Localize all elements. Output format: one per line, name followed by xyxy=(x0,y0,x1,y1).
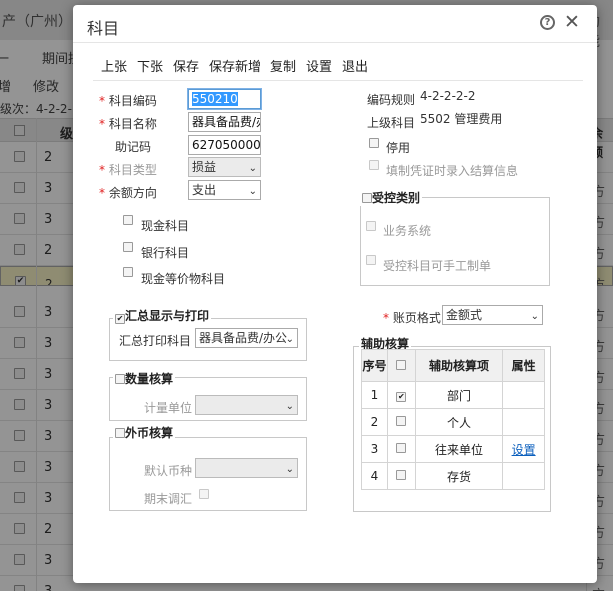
dialog-title: 科目 xyxy=(87,19,120,38)
controlled-category-checkbox[interactable] xyxy=(362,193,372,203)
chevron-down-icon: ⌄ xyxy=(530,311,539,322)
cash-account-label: 现金科目 xyxy=(141,219,190,233)
select-all-checkbox[interactable] xyxy=(396,359,407,370)
table-row[interactable]: 3 往来单位 设置 xyxy=(361,435,545,463)
parent-account-value: 5502 管理费用 xyxy=(420,112,503,126)
account-dialog: 科目 ? ✕ 上张 下张 保存 保存新增 复制 设置 退出 * 科目编码 550… xyxy=(73,5,597,583)
aux-row-checkbox[interactable]: ✔ xyxy=(396,392,407,402)
account-type-select[interactable]: 损益 ⌄ xyxy=(188,157,261,177)
ledger-format-label: 账页格式 xyxy=(392,311,441,325)
save-button[interactable]: 保存 xyxy=(173,56,199,75)
cash-equivalent-checkbox[interactable] xyxy=(123,267,133,277)
mnemonic-label: 助记码 xyxy=(115,140,152,154)
unit-label: 计量单位 xyxy=(144,401,193,415)
period-end-adjust-checkbox[interactable] xyxy=(199,489,209,499)
disabled-label: 停用 xyxy=(386,141,411,155)
aux-row-checkbox[interactable] xyxy=(396,470,407,480)
settings-button[interactable]: 设置 xyxy=(306,56,332,75)
aux-seq: 4 xyxy=(361,462,388,490)
period-end-adjust-label: 期末调汇 xyxy=(144,492,193,506)
table-row[interactable]: 2 个人 xyxy=(361,408,545,436)
bank-account-label: 银行科目 xyxy=(141,246,190,260)
chevron-down-icon: ⌄ xyxy=(285,401,294,412)
chevron-down-icon: ⌄ xyxy=(248,186,257,197)
aux-row-checkbox[interactable] xyxy=(396,443,407,453)
table-row[interactable]: 4 存货 xyxy=(361,462,545,490)
quantity-accounting-checkbox[interactable] xyxy=(115,374,125,384)
summary-print-checkbox[interactable]: ✔ xyxy=(115,314,125,324)
aux-attr-link[interactable]: 设置 xyxy=(512,443,536,457)
settlement-info-label: 填制凭证时录入结算信息 xyxy=(386,164,519,178)
chevron-down-icon: ⌄ xyxy=(285,334,294,345)
aux-row-checkbox[interactable] xyxy=(396,416,407,426)
foreign-currency-legend: 外币核算 xyxy=(125,426,174,440)
mnemonic-input[interactable]: 6270500000 xyxy=(188,135,261,155)
cash-equivalent-label: 现金等价物科目 xyxy=(141,272,226,286)
table-header-row: 序号 辅助核算项 属性 xyxy=(361,349,545,382)
account-name-input[interactable]: 器具备品费/办... xyxy=(188,112,261,132)
manual-voucher-checkbox[interactable] xyxy=(366,255,376,265)
balance-direction-label: 余额方向 xyxy=(108,186,157,200)
aux-seq: 3 xyxy=(361,435,388,463)
summary-print-account-select[interactable]: 器具备品费/办公 ⌄ xyxy=(195,328,298,348)
close-icon[interactable]: ✕ xyxy=(564,11,580,33)
auxiliary-accounting-table: 序号 辅助核算项 属性 1 ✔ 部门 2 个人 3 往来单位 设置 4 存货 xyxy=(361,349,545,490)
save-and-new-button[interactable]: 保存新增 xyxy=(209,56,261,75)
aux-item: 存货 xyxy=(414,462,504,490)
chevron-down-icon: ⌄ xyxy=(285,464,294,475)
account-code-input[interactable]: 550210 xyxy=(188,89,261,109)
copy-button[interactable]: 复制 xyxy=(270,56,296,75)
balance-direction-select[interactable]: 支出 ⌄ xyxy=(188,180,261,200)
unit-select[interactable]: ⌄ xyxy=(195,395,298,415)
cash-account-checkbox[interactable] xyxy=(123,215,133,225)
code-label: 科目编码 xyxy=(108,94,157,108)
exit-button[interactable]: 退出 xyxy=(342,56,368,75)
bank-account-checkbox[interactable] xyxy=(123,242,133,252)
aux-item: 往来单位 xyxy=(414,435,504,463)
col-seq: 序号 xyxy=(361,349,388,382)
ledger-format-select[interactable]: 金额式 ⌄ xyxy=(442,305,543,325)
business-system-checkbox[interactable] xyxy=(366,221,376,231)
default-currency-label: 默认币种 xyxy=(144,464,193,478)
name-label: 科目名称 xyxy=(108,117,157,131)
aux-item: 部门 xyxy=(414,381,504,409)
foreign-currency-checkbox[interactable] xyxy=(115,428,125,438)
parent-account-label: 上级科目 xyxy=(367,116,416,130)
summary-print-account-label: 汇总打印科目 xyxy=(119,334,192,348)
col-item: 辅助核算项 xyxy=(414,349,504,382)
aux-seq: 2 xyxy=(361,408,388,436)
coding-rule-value: 4-2-2-2-2 xyxy=(420,89,476,103)
disabled-checkbox[interactable] xyxy=(369,138,379,148)
controlled-category-legend: 受控类别 xyxy=(372,191,421,205)
business-system-label: 业务系统 xyxy=(383,224,432,238)
settlement-info-checkbox[interactable] xyxy=(369,160,379,170)
quantity-accounting-legend: 数量核算 xyxy=(125,372,174,386)
help-icon[interactable]: ? xyxy=(540,15,555,30)
aux-seq: 1 xyxy=(361,381,388,409)
default-currency-select[interactable]: ⌄ xyxy=(195,458,298,478)
summary-print-legend: 汇总显示与打印 xyxy=(125,309,210,323)
aux-item: 个人 xyxy=(414,408,504,436)
prev-button[interactable]: 上张 xyxy=(101,56,127,75)
table-row[interactable]: 1 ✔ 部门 xyxy=(361,381,545,409)
col-attr: 属性 xyxy=(502,349,545,382)
chevron-down-icon: ⌄ xyxy=(248,163,257,174)
type-label: 科目类型 xyxy=(108,163,157,177)
coding-rule-label: 编码规则 xyxy=(367,93,416,107)
manual-voucher-label: 受控科目可手工制单 xyxy=(383,259,492,273)
next-button[interactable]: 下张 xyxy=(137,56,163,75)
